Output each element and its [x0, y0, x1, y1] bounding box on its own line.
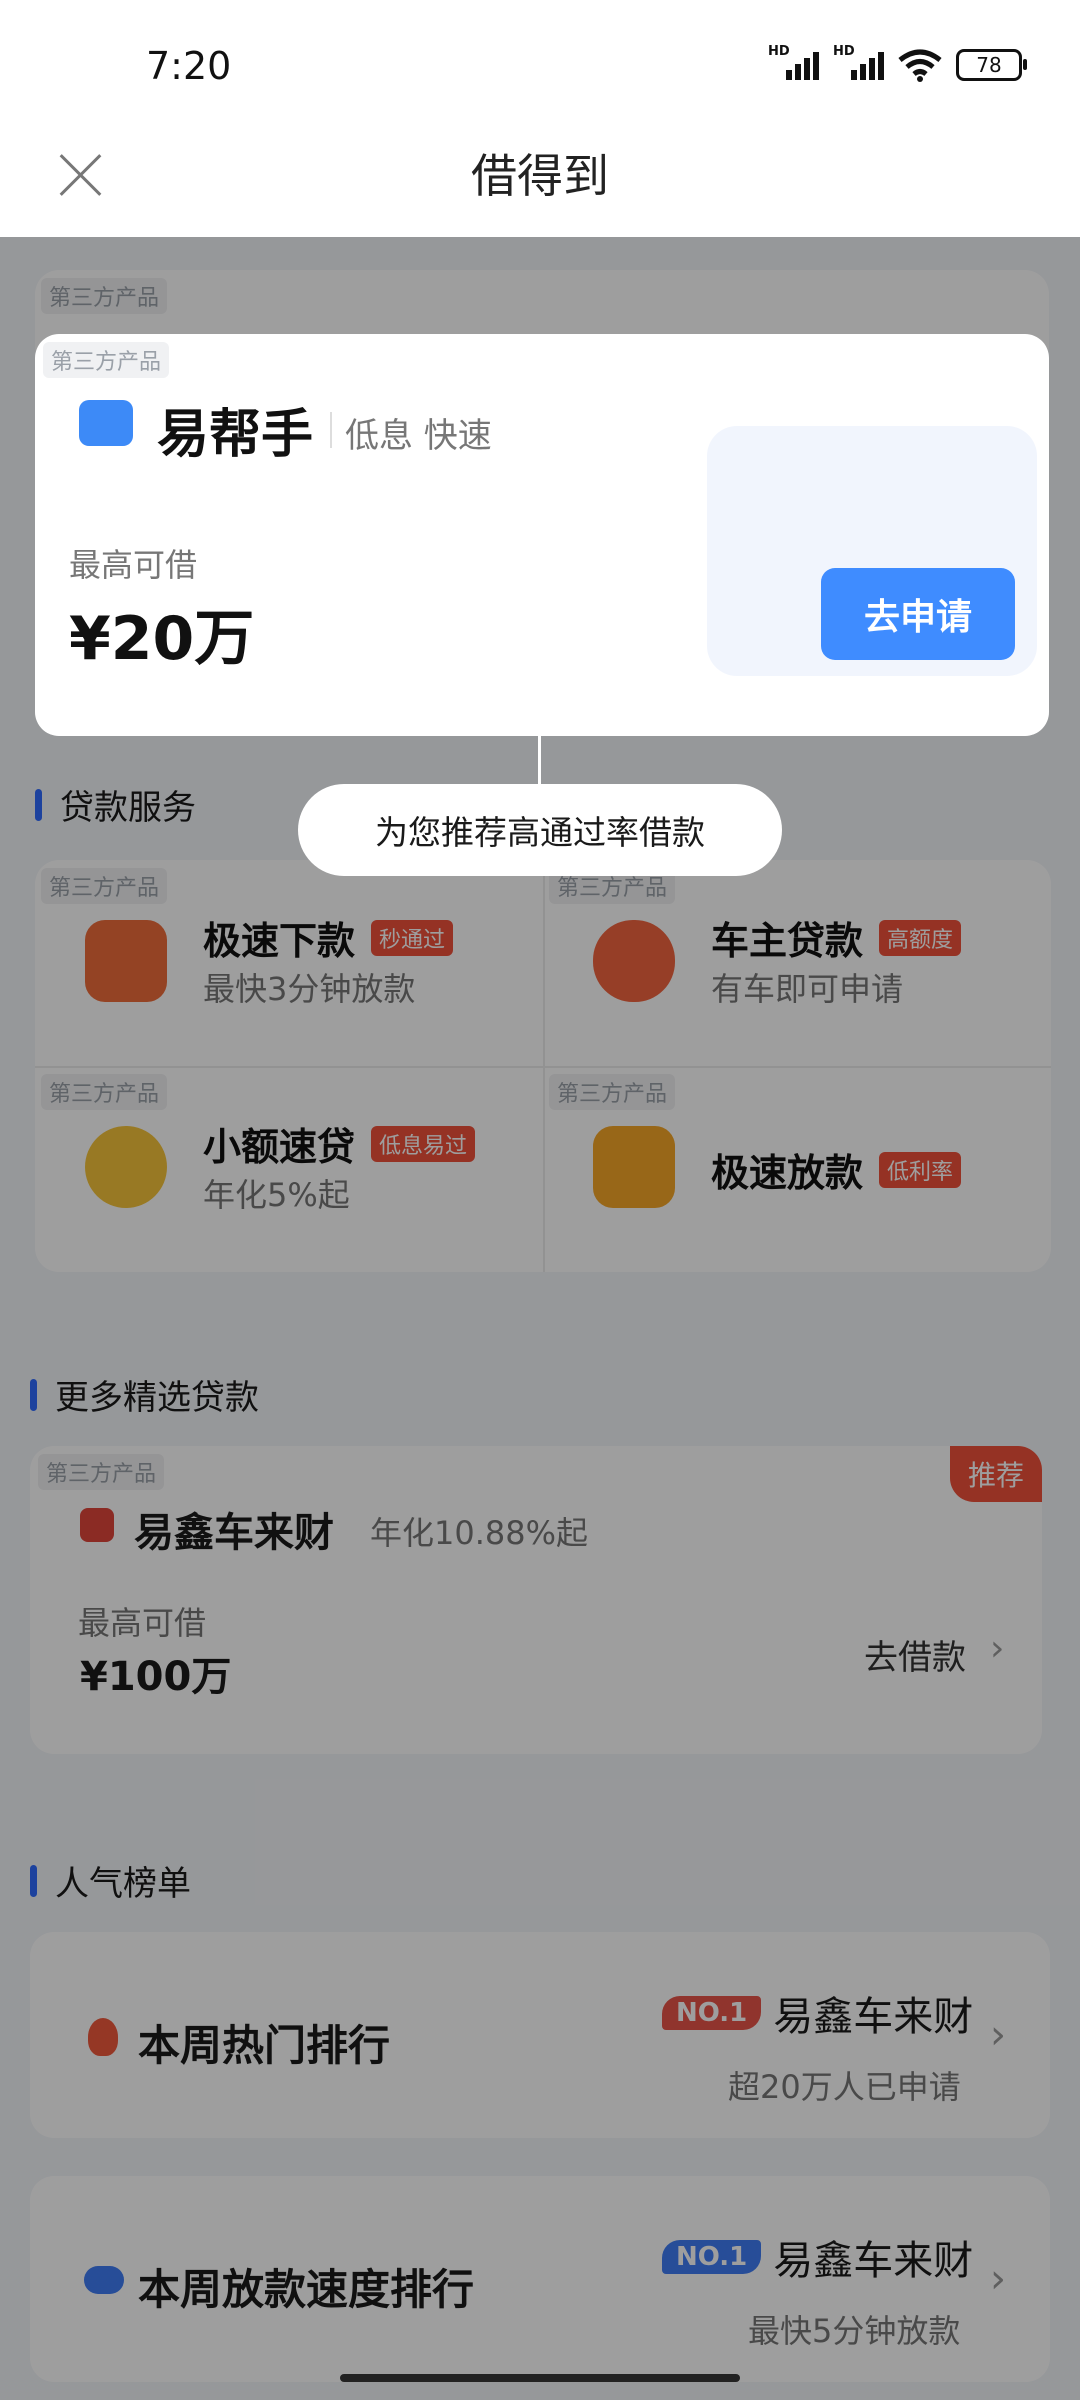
status-icons: HD HD 78 — [768, 44, 1027, 82]
signal-icon: HD — [833, 44, 884, 80]
third-party-tag: 第三方产品 — [43, 342, 170, 378]
home-indicator[interactable] — [340, 2374, 740, 2382]
apply-button[interactable]: 去申请 — [821, 568, 1015, 660]
page-title: 借得到 — [471, 149, 609, 203]
tooltip-connector — [538, 736, 541, 786]
promo-max-amount: ¥20万 — [69, 604, 255, 674]
promo-max-label: 最高可借 — [69, 546, 198, 584]
promo-card[interactable]: 第三方产品 易帮手 低息 快速 最高可借 ¥20万 — [35, 334, 1049, 736]
battery-icon: 78 — [956, 49, 1027, 81]
guide-tooltip: 为您推荐高通过率借款 — [298, 784, 782, 876]
wifi-icon — [898, 49, 942, 82]
status-time: 7:20 — [146, 44, 232, 88]
signal-icon: HD — [768, 44, 819, 80]
promo-name: 易帮手 — [157, 405, 314, 465]
yibangshou-logo-icon — [79, 400, 133, 446]
promo-tags: 低息 快速 — [345, 416, 492, 456]
divider — [330, 412, 332, 448]
